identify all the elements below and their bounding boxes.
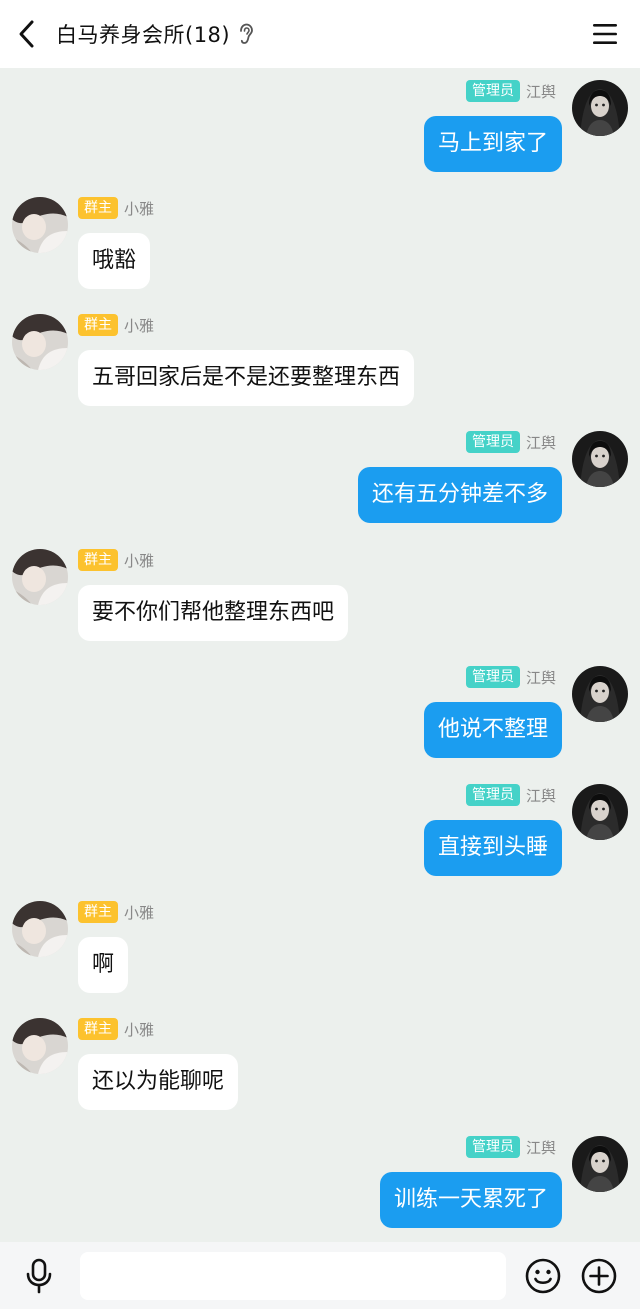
role-badge: 群主 xyxy=(78,901,118,923)
role-badge: 群主 xyxy=(78,1018,118,1040)
message-item: 群主 小雅哦豁 xyxy=(0,197,640,289)
avatar[interactable] xyxy=(12,1018,68,1074)
sender-meta: 群主 小雅 xyxy=(78,901,154,923)
more-button[interactable] xyxy=(580,1257,618,1295)
role-badge: 管理员 xyxy=(465,431,520,453)
avatar[interactable] xyxy=(572,784,628,840)
menu-button[interactable] xyxy=(588,18,622,50)
sender-meta: 管理员 江舆 xyxy=(465,666,556,688)
message-input[interactable] xyxy=(80,1252,506,1300)
message-bubble[interactable]: 马上到家了 xyxy=(423,116,562,172)
avatar[interactable] xyxy=(12,314,68,370)
voice-button[interactable] xyxy=(22,1258,56,1294)
hamburger-menu-icon xyxy=(593,24,617,44)
message-bubble[interactable]: 啊 xyxy=(78,937,129,993)
sender-meta: 管理员 江舆 xyxy=(465,784,556,806)
smiley-icon xyxy=(525,1258,561,1294)
sender-meta: 群主 小雅 xyxy=(78,549,154,571)
sender-name[interactable]: 小雅 xyxy=(124,1019,154,1040)
role-badge: 管理员 xyxy=(465,784,520,806)
message-list[interactable]: 管理员 江舆 马上到家了 群主 小雅 哦豁 群主 小雅 五哥回家后是不是还要整理东西 管理员 江舆还… xyxy=(0,68,640,1242)
chevron-left-icon xyxy=(19,20,34,48)
role-badge: 群主 xyxy=(78,549,118,571)
sender-meta: 群主 小雅 xyxy=(78,1018,154,1040)
sender-meta: 群主 小雅 xyxy=(78,314,154,336)
sender-name[interactable]: 江舆 xyxy=(526,1137,556,1158)
message-item: 管理员 江舆还有五分钟差不多 xyxy=(0,431,640,523)
message-bubble[interactable]: 他说不整理 xyxy=(423,702,562,758)
avatar[interactable] xyxy=(12,197,68,253)
input-bar xyxy=(0,1242,640,1309)
sender-meta: 管理员 江舆 xyxy=(465,431,556,453)
message-bubble[interactable]: 还有五分钟差不多 xyxy=(357,467,562,523)
message-bubble[interactable]: 五哥回家后是不是还要整理东西 xyxy=(78,350,415,406)
message-item: 群主 小雅还以为能聊呢 xyxy=(0,1018,640,1110)
message-bubble[interactable]: 直接到头睡 xyxy=(423,820,562,876)
sender-name[interactable]: 小雅 xyxy=(124,550,154,571)
message-item: 管理员 江舆训练一天累死了 xyxy=(0,1136,640,1228)
ear-icon xyxy=(238,23,254,45)
sender-name[interactable]: 江舆 xyxy=(526,667,556,688)
back-button[interactable] xyxy=(10,14,44,54)
avatar[interactable] xyxy=(12,549,68,605)
role-badge: 群主 xyxy=(78,197,118,219)
title-group[interactable]: 白马养身会所(18) xyxy=(56,0,254,68)
message-bubble[interactable]: 还以为能聊呢 xyxy=(78,1054,239,1110)
plus-circle-icon xyxy=(581,1258,617,1294)
role-badge: 管理员 xyxy=(465,666,520,688)
message-item: 群主 小雅啊 xyxy=(0,901,640,993)
sender-name[interactable]: 小雅 xyxy=(124,198,154,219)
chat-header: 白马养身会所(18) xyxy=(0,0,640,68)
avatar[interactable] xyxy=(572,1136,628,1192)
message-item: 管理员 江舆马上到家了 xyxy=(0,80,640,172)
message-item: 管理员 江舆他说不整理 xyxy=(0,666,640,758)
message-bubble[interactable]: 要不你们帮他整理东西吧 xyxy=(78,585,349,641)
sender-meta: 群主 小雅 xyxy=(78,197,154,219)
message-item: 群主 小雅五哥回家后是不是还要整理东西 xyxy=(0,314,640,406)
sender-name[interactable]: 江舆 xyxy=(526,81,556,102)
avatar[interactable] xyxy=(572,666,628,722)
role-badge: 群主 xyxy=(78,314,118,336)
message-item: 管理员 江舆直接到头睡 xyxy=(0,784,640,876)
sender-meta: 管理员 江舆 xyxy=(465,80,556,102)
message-item: 群主 小雅要不你们帮他整理东西吧 xyxy=(0,549,640,641)
avatar[interactable] xyxy=(572,80,628,136)
sender-name[interactable]: 小雅 xyxy=(124,315,154,336)
sender-name[interactable]: 江舆 xyxy=(526,785,556,806)
chat-title: 白马养身会所(18) xyxy=(56,23,231,47)
role-badge: 管理员 xyxy=(465,80,520,102)
sender-name[interactable]: 江舆 xyxy=(526,432,556,453)
avatar[interactable] xyxy=(572,431,628,487)
sender-name[interactable]: 小雅 xyxy=(124,902,154,923)
message-bubble[interactable]: 训练一天累死了 xyxy=(379,1172,562,1228)
emoji-button[interactable] xyxy=(524,1257,562,1295)
role-badge: 管理员 xyxy=(465,1136,520,1158)
microphone-icon xyxy=(26,1258,52,1294)
avatar[interactable] xyxy=(12,901,68,957)
sender-meta: 管理员 江舆 xyxy=(465,1136,556,1158)
message-bubble[interactable]: 哦豁 xyxy=(78,233,151,289)
